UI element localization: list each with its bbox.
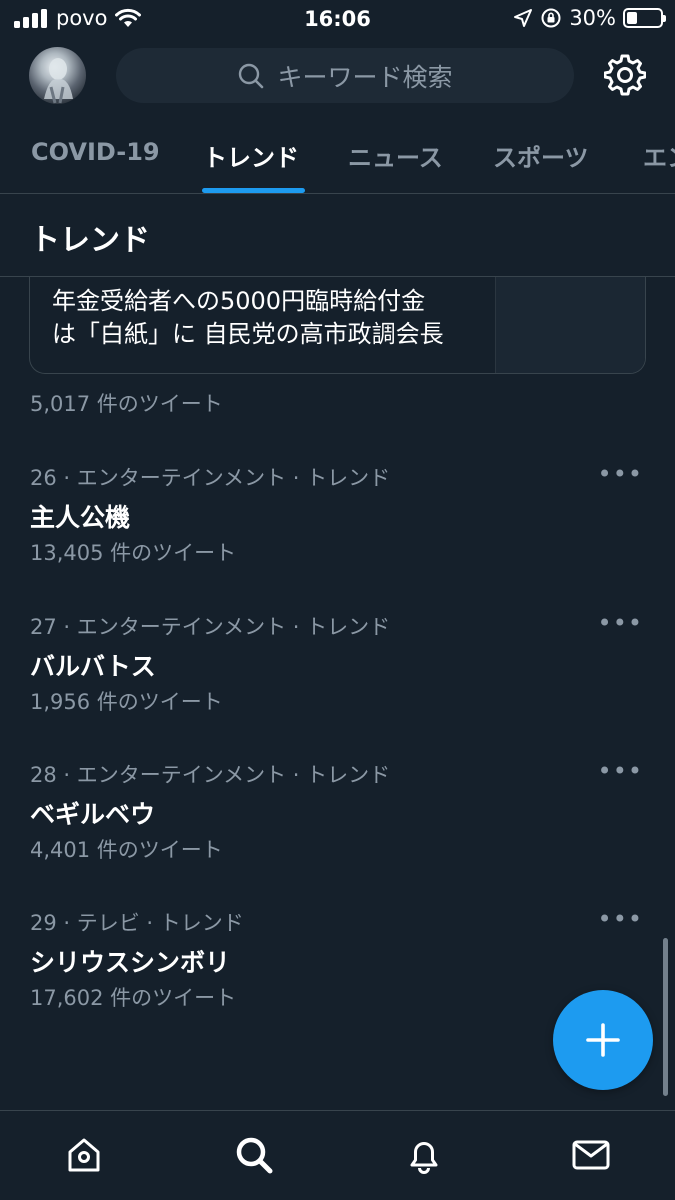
bell-icon[interactable] (404, 1135, 444, 1175)
trend-item[interactable]: 28 · エンターテインメント · トレンド ベギルベウ 4,401 件のツイー… (0, 757, 675, 889)
tab-news[interactable]: ニュース (348, 138, 443, 173)
avatar-image (44, 58, 73, 104)
tab-entertainment[interactable]: エン (643, 138, 675, 173)
more-options-icon[interactable]: ••• (598, 460, 643, 488)
trend-meta: 26 · エンターテインメント · トレンド (30, 466, 391, 490)
trend-name: ベギルベウ (30, 800, 156, 829)
home-icon[interactable] (64, 1135, 104, 1175)
trend-name: バルバトス (30, 652, 156, 681)
explore-tabs: COVID-19 トレンド ニュース スポーツ エン (0, 118, 675, 194)
search-placeholder: キーワード検索 (277, 62, 453, 92)
status-bar: povo 16:06 30% (0, 0, 675, 38)
battery-level (627, 12, 637, 24)
compose-tweet-button[interactable] (553, 990, 653, 1090)
tab-covid-19[interactable]: COVID-19 (31, 138, 160, 166)
tab-trends[interactable]: トレンド (203, 138, 299, 173)
trend-name: シリウスシンボリ (30, 948, 231, 977)
section-title: トレンド (30, 223, 150, 258)
search-input[interactable]: キーワード検索 (116, 48, 574, 103)
news-tweet-count: 5,017 件のツイート (30, 392, 223, 416)
news-headline-line1: 年金受給者への5000円臨時給付金 (52, 287, 426, 315)
active-tab-indicator (202, 188, 305, 193)
trend-tweet-count: 17,602 件のツイート (30, 986, 237, 1010)
avatar[interactable] (29, 47, 86, 104)
news-headline: 年金受給者への5000円臨時給付金 は「白紙」に 自民党の高市政調会長 (52, 285, 482, 351)
trend-meta: 28 · エンターテインメント · トレンド (30, 763, 391, 787)
trend-name: 主人公機 (30, 503, 131, 532)
trend-tweet-count: 4,401 件のツイート (30, 838, 223, 862)
news-card[interactable]: 年金受給者への5000円臨時給付金 は「白紙」に 自民党の高市政調会長 (29, 265, 646, 374)
scrollbar[interactable] (663, 938, 668, 1096)
orientation-lock-icon (541, 8, 561, 28)
trend-meta: 29 · テレビ · トレンド (30, 911, 244, 935)
plus-icon (586, 1023, 620, 1057)
news-thumbnail (495, 265, 645, 373)
more-options-icon[interactable]: ••• (598, 905, 643, 933)
trend-item[interactable]: 26 · エンターテインメント · トレンド 主人公機 13,405 件のツイー… (0, 460, 675, 592)
battery-icon (623, 8, 666, 28)
trend-tweet-count: 1,956 件のツイート (30, 690, 223, 714)
trend-item[interactable]: 27 · エンターテインメント · トレンド バルバトス 1,956 件のツイー… (0, 609, 675, 741)
search-icon[interactable] (234, 1135, 274, 1175)
news-headline-line2: は「白紙」に 自民党の高市政調会長 (52, 320, 444, 348)
bottom-nav (0, 1110, 675, 1200)
trend-tweet-count: 13,405 件のツイート (30, 541, 237, 565)
status-right: 30% (513, 6, 666, 30)
more-options-icon[interactable]: ••• (598, 757, 643, 785)
tab-sports[interactable]: スポーツ (493, 138, 589, 173)
section-header: トレンド (0, 195, 675, 277)
mail-icon[interactable] (571, 1135, 611, 1175)
gear-icon[interactable] (604, 54, 646, 96)
search-icon (239, 63, 264, 88)
trend-meta: 27 · エンターテインメント · トレンド (30, 615, 391, 639)
more-options-icon[interactable]: ••• (598, 609, 643, 637)
battery-percent: 30% (569, 6, 616, 30)
location-arrow-icon (514, 9, 533, 27)
